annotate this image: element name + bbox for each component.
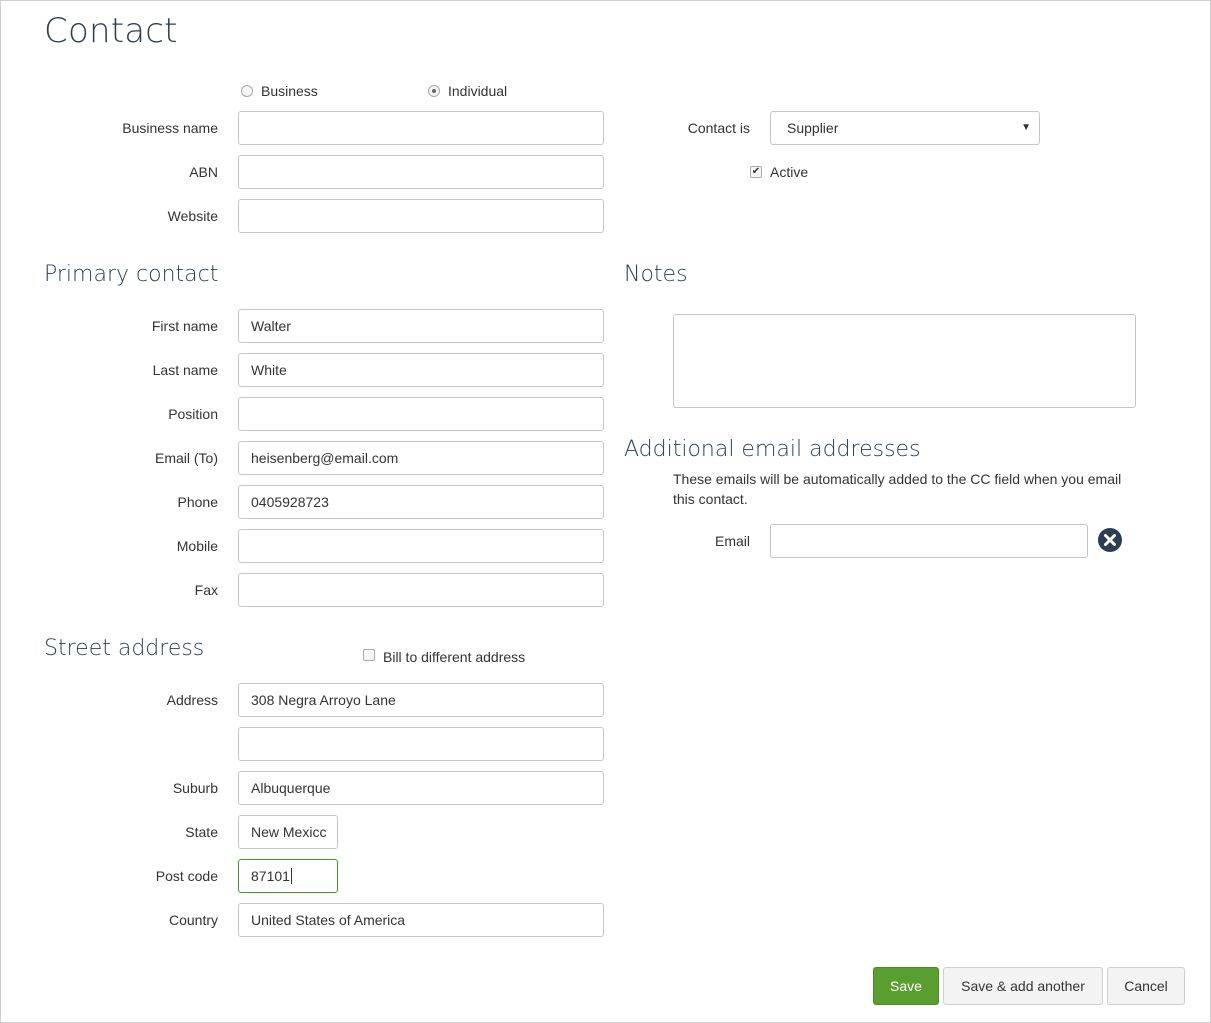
last-name-label: Last name xyxy=(152,362,218,378)
save-add-another-button[interactable]: Save & add another xyxy=(943,967,1103,1005)
close-circle-icon[interactable] xyxy=(1098,528,1122,552)
postcode-label: Post code xyxy=(155,868,218,884)
address-label: Address xyxy=(166,692,218,708)
street-address-heading: Street address xyxy=(44,636,205,661)
first-name-input[interactable]: Walter xyxy=(238,309,604,343)
business-name-label: Business name xyxy=(122,120,218,136)
radio-individual[interactable]: Individual xyxy=(428,83,528,103)
contact-type-select[interactable]: Supplier ▼ xyxy=(770,111,1040,145)
business-name-input[interactable] xyxy=(238,111,604,145)
radio-individual-label: Individual xyxy=(448,83,508,99)
abn-label: ABN xyxy=(189,164,218,180)
cc-email-label: Email xyxy=(714,533,750,549)
address-line1-input[interactable]: 308 Negra Arroyo Lane xyxy=(238,683,604,717)
cancel-button[interactable]: Cancel xyxy=(1107,967,1185,1005)
mobile-label: Mobile xyxy=(176,538,218,554)
bill-different-checkbox[interactable] xyxy=(363,649,375,661)
position-input[interactable] xyxy=(238,397,604,431)
state-label: State xyxy=(185,824,218,840)
website-label: Website xyxy=(167,208,218,224)
radio-business[interactable]: Business xyxy=(241,83,341,103)
phone-label: Phone xyxy=(177,494,218,510)
email-to-input[interactable]: heisenberg@email.com xyxy=(238,441,604,475)
close-icon xyxy=(1104,534,1116,546)
text-caret xyxy=(290,868,292,885)
chevron-down-icon: ▼ xyxy=(1021,122,1031,133)
phone-input[interactable]: 0405928723 xyxy=(238,485,604,519)
primary-contact-heading: Primary contact xyxy=(44,262,219,287)
email-to-label: Email (To) xyxy=(154,450,218,466)
notes-textarea[interactable] xyxy=(673,314,1136,408)
active-label: Active xyxy=(770,164,809,180)
contact-type-value: Supplier xyxy=(787,120,839,136)
website-input[interactable] xyxy=(238,199,604,233)
fax-label: Fax xyxy=(194,582,218,598)
cc-email-input[interactable] xyxy=(770,524,1088,558)
abn-input[interactable] xyxy=(238,155,604,189)
bill-different-label: Bill to different address xyxy=(383,649,526,665)
last-name-input[interactable]: White xyxy=(238,353,604,387)
first-name-label: First name xyxy=(151,318,218,334)
suburb-input[interactable]: Albuquerque xyxy=(238,771,604,805)
contact-form-page: Contact Business Individual Business nam… xyxy=(0,0,1211,1023)
position-label: Position xyxy=(168,406,218,422)
page-title: Contact xyxy=(44,11,178,51)
save-button[interactable]: Save xyxy=(873,967,939,1005)
fax-input[interactable] xyxy=(238,573,604,607)
notes-heading: Notes xyxy=(624,262,688,287)
active-checkbox[interactable]: ✔ xyxy=(750,166,762,178)
mobile-input[interactable] xyxy=(238,529,604,563)
postcode-input[interactable]: 87101 xyxy=(238,859,338,893)
suburb-label: Suburb xyxy=(172,780,218,796)
country-label: Country xyxy=(168,912,218,928)
country-input[interactable]: United States of America xyxy=(238,903,604,937)
additional-emails-helper: These emails will be automatically added… xyxy=(673,471,1122,507)
state-input[interactable]: New Mexicc xyxy=(238,815,338,849)
address-line2-input[interactable] xyxy=(238,727,604,761)
radio-business-dot[interactable] xyxy=(241,85,253,97)
additional-emails-heading: Additional email addresses xyxy=(624,437,921,462)
radio-individual-dot[interactable] xyxy=(428,85,440,97)
contact-is-label: Contact is xyxy=(687,120,750,136)
postcode-value: 87101 xyxy=(251,868,290,884)
radio-business-label: Business xyxy=(261,83,318,99)
